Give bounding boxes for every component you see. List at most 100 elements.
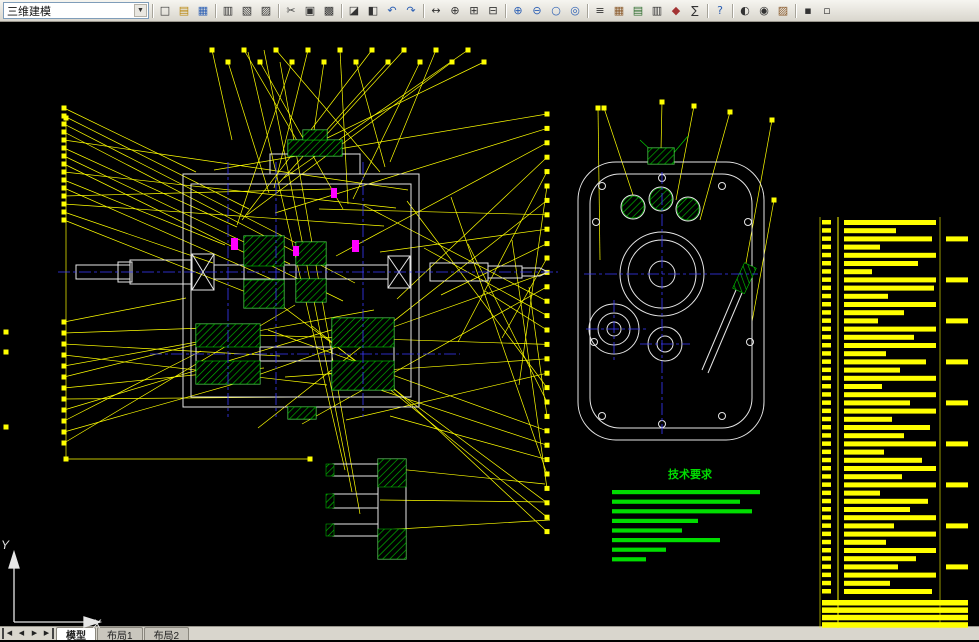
bom-row (822, 384, 831, 389)
bom-row (822, 220, 831, 225)
ucs-x-label: X (92, 617, 102, 630)
grip-square (63, 115, 69, 121)
pan-icon[interactable]: ↔ (427, 3, 445, 19)
zoom-realtime-icon[interactable]: ⊕ (446, 3, 464, 19)
bom-row (822, 433, 831, 438)
bom-row (822, 539, 831, 545)
orbit-icon[interactable]: ◉ (755, 3, 773, 19)
copy-icon[interactable]: ▣ (301, 3, 319, 19)
clean-screen-icon[interactable]: ▫ (818, 3, 836, 19)
cad-drawing-svg: 技术要求 X Y (1, 47, 968, 630)
tech-requirements-line (612, 499, 740, 504)
materials-icon[interactable]: ▨ (774, 3, 792, 19)
open-file-icon[interactable]: ▤ (175, 3, 193, 19)
grip-square (3, 349, 9, 355)
undo-icon[interactable]: ↶ (383, 3, 401, 19)
tech-requirements-line (612, 547, 666, 552)
bom-row (822, 466, 831, 471)
zoom-previous-icon[interactable]: ⊟ (484, 3, 502, 19)
toolbar-separator (505, 3, 506, 18)
drawing-canvas[interactable]: 技术要求 X Y (0, 22, 979, 630)
properties-icon[interactable]: ≡ (591, 3, 609, 19)
bom-row (822, 400, 831, 405)
bom-row (822, 236, 831, 241)
zoom-extents-icon[interactable]: ○ (547, 3, 565, 19)
title-block-row (822, 622, 968, 628)
bom-row (822, 244, 831, 250)
title-block-row (822, 600, 968, 606)
sheet-set-manager-icon[interactable]: ▥ (648, 3, 666, 19)
markup-icon[interactable]: ◆ (667, 3, 685, 19)
bom-table (819, 217, 968, 628)
bom-row (822, 498, 831, 504)
bom-row (822, 548, 831, 553)
bom-row (822, 449, 831, 455)
grip-square (63, 456, 69, 462)
tool-palettes-icon[interactable]: ▤ (629, 3, 647, 19)
tech-requirements-line (612, 538, 720, 543)
save-icon[interactable]: ▦ (194, 3, 212, 19)
detail-view (325, 458, 407, 560)
grip-square (3, 424, 9, 430)
redo-icon[interactable]: ↷ (402, 3, 420, 19)
bom-row (822, 556, 831, 561)
title-block-row (822, 614, 968, 621)
bom-row (822, 572, 831, 578)
top-toolbar: 三维建模 ▼ □ ▤ ▦ ▥ ▧ ▨ ✂ ▣ ▩ ◪ ◧ ↶ ↷ ↔ ⊕ ⊞ ⊟ ⊕ ⊖ ○ ◎ ≡ ▦ ▤ ▥ ◆ ∑? ◐ ◉ ▨ ▪ ▫ (0, 0, 979, 22)
plot-preview-icon[interactable]: ▧ (238, 3, 256, 19)
toolbar-separator (707, 3, 708, 18)
toolbar-separator (587, 3, 588, 18)
bom-row (822, 285, 831, 291)
ucs-y-label: Y (1, 538, 10, 552)
match-properties-icon[interactable]: ◪ (345, 3, 363, 19)
new-file-icon[interactable]: □ (156, 3, 174, 19)
toolbar-separator (423, 3, 424, 18)
render-icon[interactable]: ◐ (736, 3, 754, 19)
bom-row (822, 359, 831, 364)
designcenter-icon[interactable]: ▦ (610, 3, 628, 19)
paste-icon[interactable]: ▩ (320, 3, 338, 19)
toolbar-separator (341, 3, 342, 18)
help-icon[interactable]: ? (711, 3, 729, 19)
bom-row (822, 457, 831, 463)
zoom-all-icon[interactable]: ◎ (566, 3, 584, 19)
bom-row (822, 318, 831, 323)
quickcalc-icon[interactable]: ∑ (686, 3, 704, 19)
bom-row (822, 482, 831, 487)
bom-row (822, 261, 831, 266)
bom-row (822, 490, 831, 496)
block-editor-icon[interactable]: ◧ (364, 3, 382, 19)
zoom-in-icon[interactable]: ⊕ (509, 3, 527, 19)
bom-row (822, 408, 831, 414)
bom-row (822, 351, 831, 356)
tech-requirements-block: 技术要求 (612, 467, 760, 562)
toolbar-separator (795, 3, 796, 18)
tech-requirements-line (612, 518, 698, 523)
bom-row (822, 367, 831, 373)
workspace-dropdown[interactable]: 三维建模 ▼ (3, 2, 149, 19)
tech-requirements-title: 技术要求 (668, 467, 713, 481)
bom-row (822, 523, 831, 528)
publish-icon[interactable]: ▨ (257, 3, 275, 19)
tech-requirements-line (612, 509, 752, 514)
tech-requirements-line (612, 528, 682, 533)
plot-icon[interactable]: ▥ (219, 3, 237, 19)
grip-square (307, 456, 313, 462)
bom-row (822, 269, 831, 274)
grip-square (3, 329, 9, 335)
bom-row (822, 515, 831, 520)
zoom-out-icon[interactable]: ⊖ (528, 3, 546, 19)
workspace-lock-icon[interactable]: ▪ (799, 3, 817, 19)
autocad-window: 三维建模 ▼ □ ▤ ▦ ▥ ▧ ▨ ✂ ▣ ▩ ◪ ◧ ↶ ↷ ↔ ⊕ ⊞ ⊟ ⊕ ⊖ ○ ◎ ≡ ▦ ▤ ▥ ◆ ∑? ◐ ◉ ▨ ▪ ▫ (0, 0, 979, 642)
zoom-window-icon[interactable]: ⊞ (465, 3, 483, 19)
cut-icon[interactable]: ✂ (282, 3, 300, 19)
bom-row (822, 392, 831, 397)
workspace-label: 三维建模 (7, 5, 51, 18)
bom-row (822, 589, 831, 594)
bom-row (822, 474, 831, 479)
ucs-icon: X Y (1, 538, 103, 630)
toolbar-separator (215, 3, 216, 18)
bom-row (822, 228, 831, 233)
tech-requirements-line (612, 490, 760, 495)
bom-row (822, 441, 831, 446)
